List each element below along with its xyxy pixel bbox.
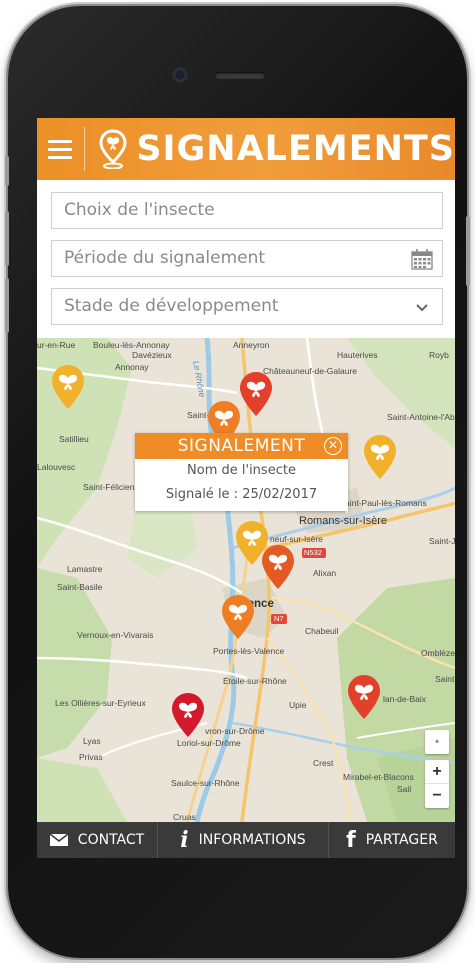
place-label: ur-en-Rue (37, 340, 76, 350)
informations-label: INFORMATIONS (198, 832, 306, 848)
filter-form: Choix de l'insecte Période du signalemen… (37, 180, 455, 338)
butterfly-marker-icon[interactable] (51, 364, 85, 410)
butterfly-marker-icon[interactable] (261, 544, 295, 590)
envelope-icon (49, 834, 68, 846)
calendar-icon[interactable] (410, 247, 434, 271)
place-label: Annonay (115, 362, 149, 372)
contact-button[interactable]: CONTACT (37, 822, 157, 858)
partager-label: PARTAGER (365, 832, 438, 848)
place-label: vron-sur-Drôme (205, 726, 265, 736)
place-label: Lalouvesc (37, 462, 76, 472)
butterfly-marker-icon[interactable] (221, 594, 255, 640)
period-date-field[interactable]: Période du signalement (51, 240, 443, 277)
zoom-control: + − (425, 760, 449, 808)
place-label: aint-Paul-lès-Romans (345, 498, 427, 508)
facebook-icon: f (346, 827, 356, 853)
place-label: Sail (397, 784, 412, 794)
signalement-popup: SIGNALEMENT ✕ Nom de l'insecte Signalé l… (135, 433, 348, 511)
development-stage-select[interactable]: Stade de développement (51, 288, 443, 325)
place-label: Hauterives (337, 350, 378, 360)
place-label: Les Ollières-sur-Eyrieux (55, 698, 146, 708)
app-header: SIGNALEMENTS (37, 118, 455, 180)
header-divider (83, 127, 85, 171)
place-label: Anneyron (233, 340, 270, 350)
place-label: Saint-Antoine-l'Abb (387, 412, 455, 422)
place-label: Vernoux-en-Vivarais (77, 630, 154, 640)
close-icon[interactable]: ✕ (324, 437, 342, 455)
butterfly-marker-icon[interactable] (347, 674, 381, 720)
place-label: Chabeuil (305, 626, 339, 636)
place-label: Saint-Félicien (83, 482, 135, 492)
popup-insect-name: Nom de l'insecte (187, 463, 296, 478)
butterfly-marker-icon[interactable] (363, 434, 397, 480)
place-label: Satillieu (59, 434, 89, 444)
place-label: Omblèze (421, 648, 455, 658)
zoom-out-button[interactable]: − (425, 784, 449, 808)
place-label: Royb (429, 350, 449, 360)
butterfly-marker-icon[interactable] (239, 371, 273, 417)
app-screen: SIGNALEMENTS Choix de l'insecte Période … (37, 118, 455, 858)
road-label-n7: N7 (274, 614, 284, 623)
place-label: Bouleu-lès-Annonay (93, 340, 170, 350)
power-button (466, 216, 470, 286)
popup-title: SIGNALEMENT (135, 433, 348, 459)
volume-up-button (5, 211, 9, 266)
place-label: Loriol-sur-Drôme (177, 738, 241, 748)
informations-button[interactable]: i INFORMATIONS (158, 822, 328, 858)
place-label: neuf-sur-Isère (270, 534, 323, 544)
place-label: Étoile-sur-Rhône (223, 676, 287, 686)
place-label: Upie (289, 700, 307, 710)
zoom-in-button[interactable]: + (425, 760, 449, 784)
place-label: Lamastre (67, 564, 103, 574)
page-title: SIGNALEMENTS (136, 129, 455, 169)
butterfly-pin-icon (98, 127, 128, 171)
place-label: Saint-J (435, 674, 455, 684)
insect-select-field[interactable]: Choix de l'insecte (51, 192, 443, 229)
place-label: Mirabel-et-Blacons (343, 772, 414, 782)
place-label: Alixan (313, 568, 337, 578)
place-label: Crest (313, 758, 334, 768)
hamburger-menu-icon[interactable] (37, 118, 84, 180)
place-label: Privas (79, 752, 103, 762)
locate-control[interactable]: • (425, 730, 449, 754)
butterfly-marker-icon[interactable] (171, 692, 205, 738)
stage-selected-value: Stade de développement (64, 296, 279, 316)
period-placeholder: Période du signalement (64, 248, 266, 268)
place-label: Cruas (173, 812, 196, 822)
road-label-n532: N532 (304, 548, 322, 557)
info-icon: i (180, 827, 189, 853)
contact-label: CONTACT (77, 832, 145, 848)
place-label: Portes-lès-Valence (213, 646, 285, 656)
popup-report-date: Signalé le : 25/02/2017 (165, 487, 318, 502)
place-label: Châteauneuf-de-Galaure (263, 366, 358, 376)
place-label: Saint-Basile (57, 582, 103, 592)
front-camera (174, 69, 186, 81)
place-label: lan-de-Baix (383, 694, 426, 704)
place-label: Saint- (187, 410, 210, 420)
map-view[interactable]: N532 N7 ur-en-Rue Bouleu-lès-Annonay Dav… (37, 338, 455, 822)
place-label: Davézieux (132, 350, 172, 360)
locate-icon[interactable]: • (425, 730, 449, 754)
volume-down-button (5, 278, 9, 333)
mute-switch (5, 156, 9, 186)
place-label: Saint-J (429, 536, 455, 546)
place-label: Romans-sur-Isère (299, 515, 388, 527)
place-label: Saulce-sur-Rhône (171, 778, 240, 788)
place-label: Lyas (83, 736, 101, 746)
bottom-nav-bar: CONTACT i INFORMATIONS f PARTAGER (37, 822, 455, 858)
chevron-down-icon (416, 304, 428, 312)
partager-button[interactable]: f PARTAGER (329, 822, 455, 858)
earpiece-speaker (215, 72, 265, 79)
